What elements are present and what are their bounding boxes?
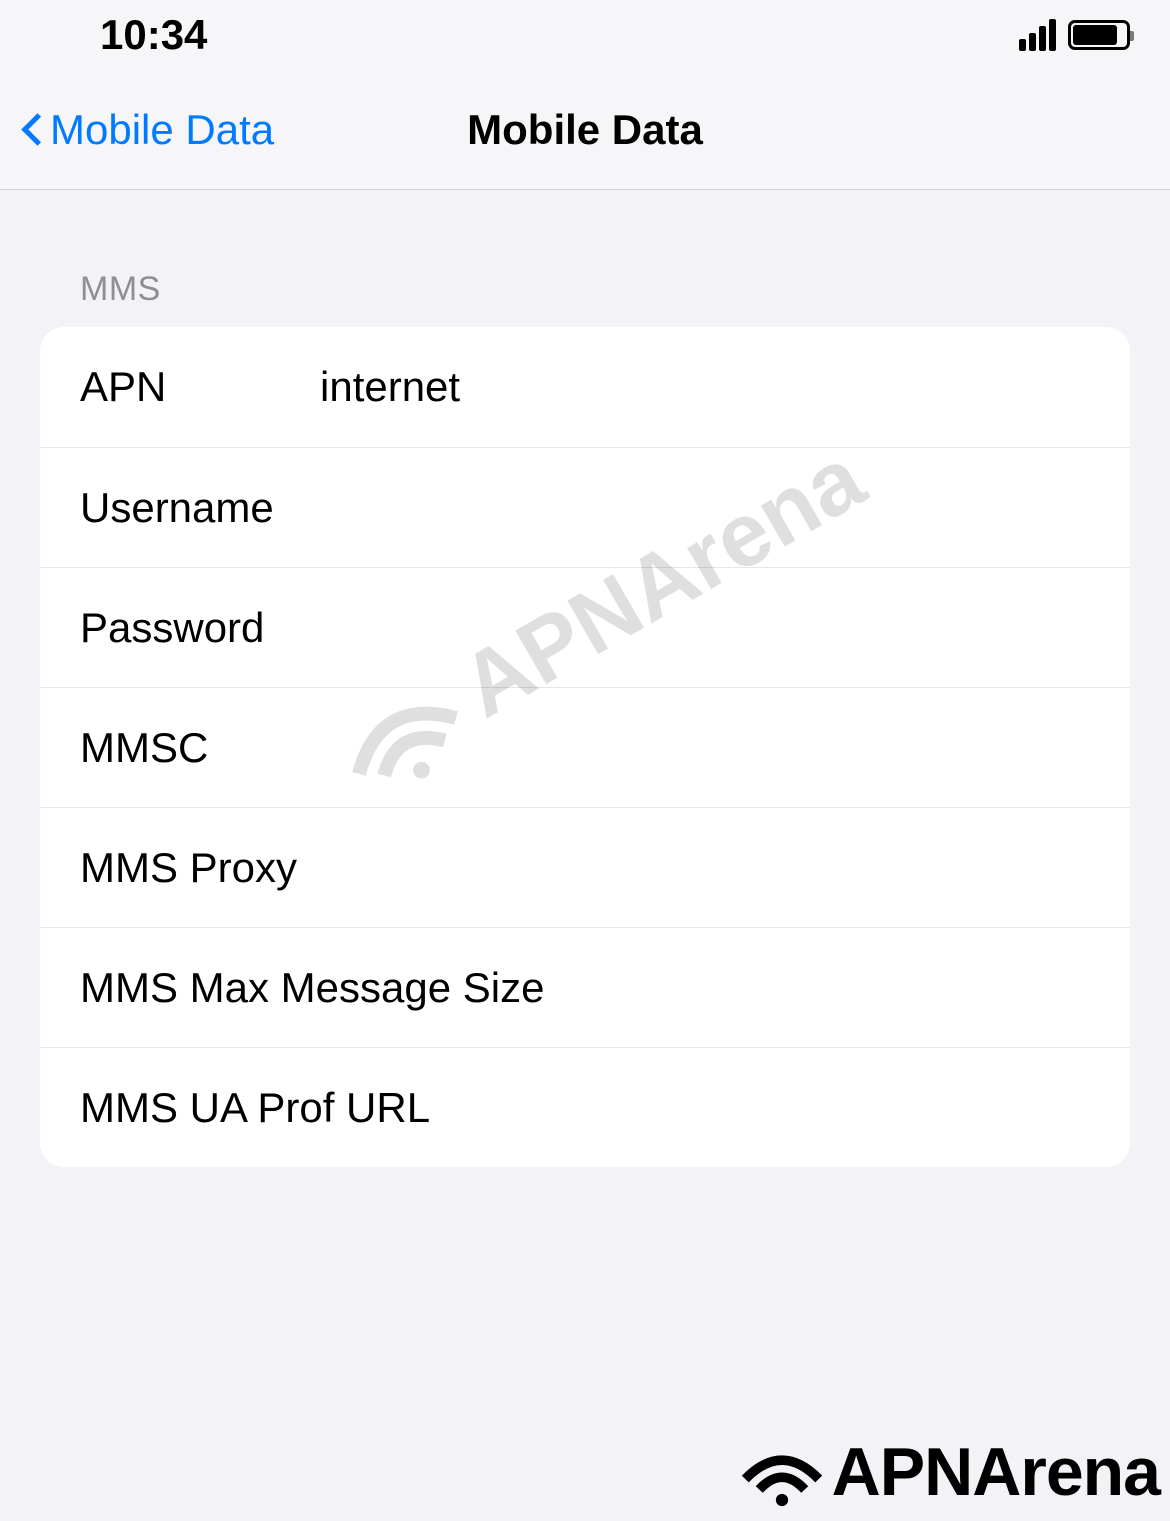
- signal-icon: [1019, 19, 1056, 51]
- row-mms-proxy[interactable]: MMS Proxy: [40, 807, 1130, 927]
- input-mms-ua-prof[interactable]: [569, 1054, 1130, 1162]
- row-mmsc[interactable]: MMSC: [40, 687, 1130, 807]
- row-apn[interactable]: APN: [40, 327, 1130, 447]
- input-password[interactable]: [320, 574, 1130, 682]
- row-mms-ua-prof[interactable]: MMS UA Prof URL: [40, 1047, 1130, 1167]
- input-mms-proxy[interactable]: [569, 814, 1130, 922]
- label-password: Password: [80, 604, 320, 652]
- status-bar: 10:34: [0, 0, 1170, 70]
- row-password[interactable]: Password: [40, 567, 1130, 687]
- label-mms-proxy: MMS Proxy: [80, 844, 569, 892]
- section-header-mms: MMS: [40, 270, 1130, 327]
- settings-group-mms: APN Username Password MMSC MMS Proxy MMS…: [40, 327, 1130, 1167]
- label-apn: APN: [80, 363, 320, 411]
- content: MMS APN Username Password MMSC MMS Proxy…: [0, 190, 1170, 1167]
- label-mms-max-size: MMS Max Message Size: [80, 964, 569, 1012]
- battery-icon: [1068, 20, 1130, 50]
- chevron-left-icon: [20, 110, 44, 150]
- wifi-icon: [737, 1437, 827, 1507]
- watermark-text: APNArena: [832, 1433, 1160, 1511]
- input-mms-max-size[interactable]: [569, 934, 1130, 1042]
- nav-bar: Mobile Data Mobile Data: [0, 70, 1170, 190]
- page-title: Mobile Data: [467, 106, 703, 154]
- input-username[interactable]: [320, 454, 1130, 562]
- input-mmsc[interactable]: [569, 694, 1130, 802]
- row-username[interactable]: Username: [40, 447, 1130, 567]
- watermark-bottom: APNArena: [737, 1433, 1160, 1511]
- label-mms-ua-prof: MMS UA Prof URL: [80, 1084, 569, 1132]
- status-time: 10:34: [100, 11, 207, 59]
- status-icons: [1019, 19, 1130, 51]
- input-apn[interactable]: [320, 333, 1130, 441]
- back-button[interactable]: Mobile Data: [20, 106, 274, 154]
- back-label: Mobile Data: [50, 106, 274, 154]
- row-mms-max-size[interactable]: MMS Max Message Size: [40, 927, 1130, 1047]
- label-username: Username: [80, 484, 320, 532]
- label-mmsc: MMSC: [80, 724, 569, 772]
